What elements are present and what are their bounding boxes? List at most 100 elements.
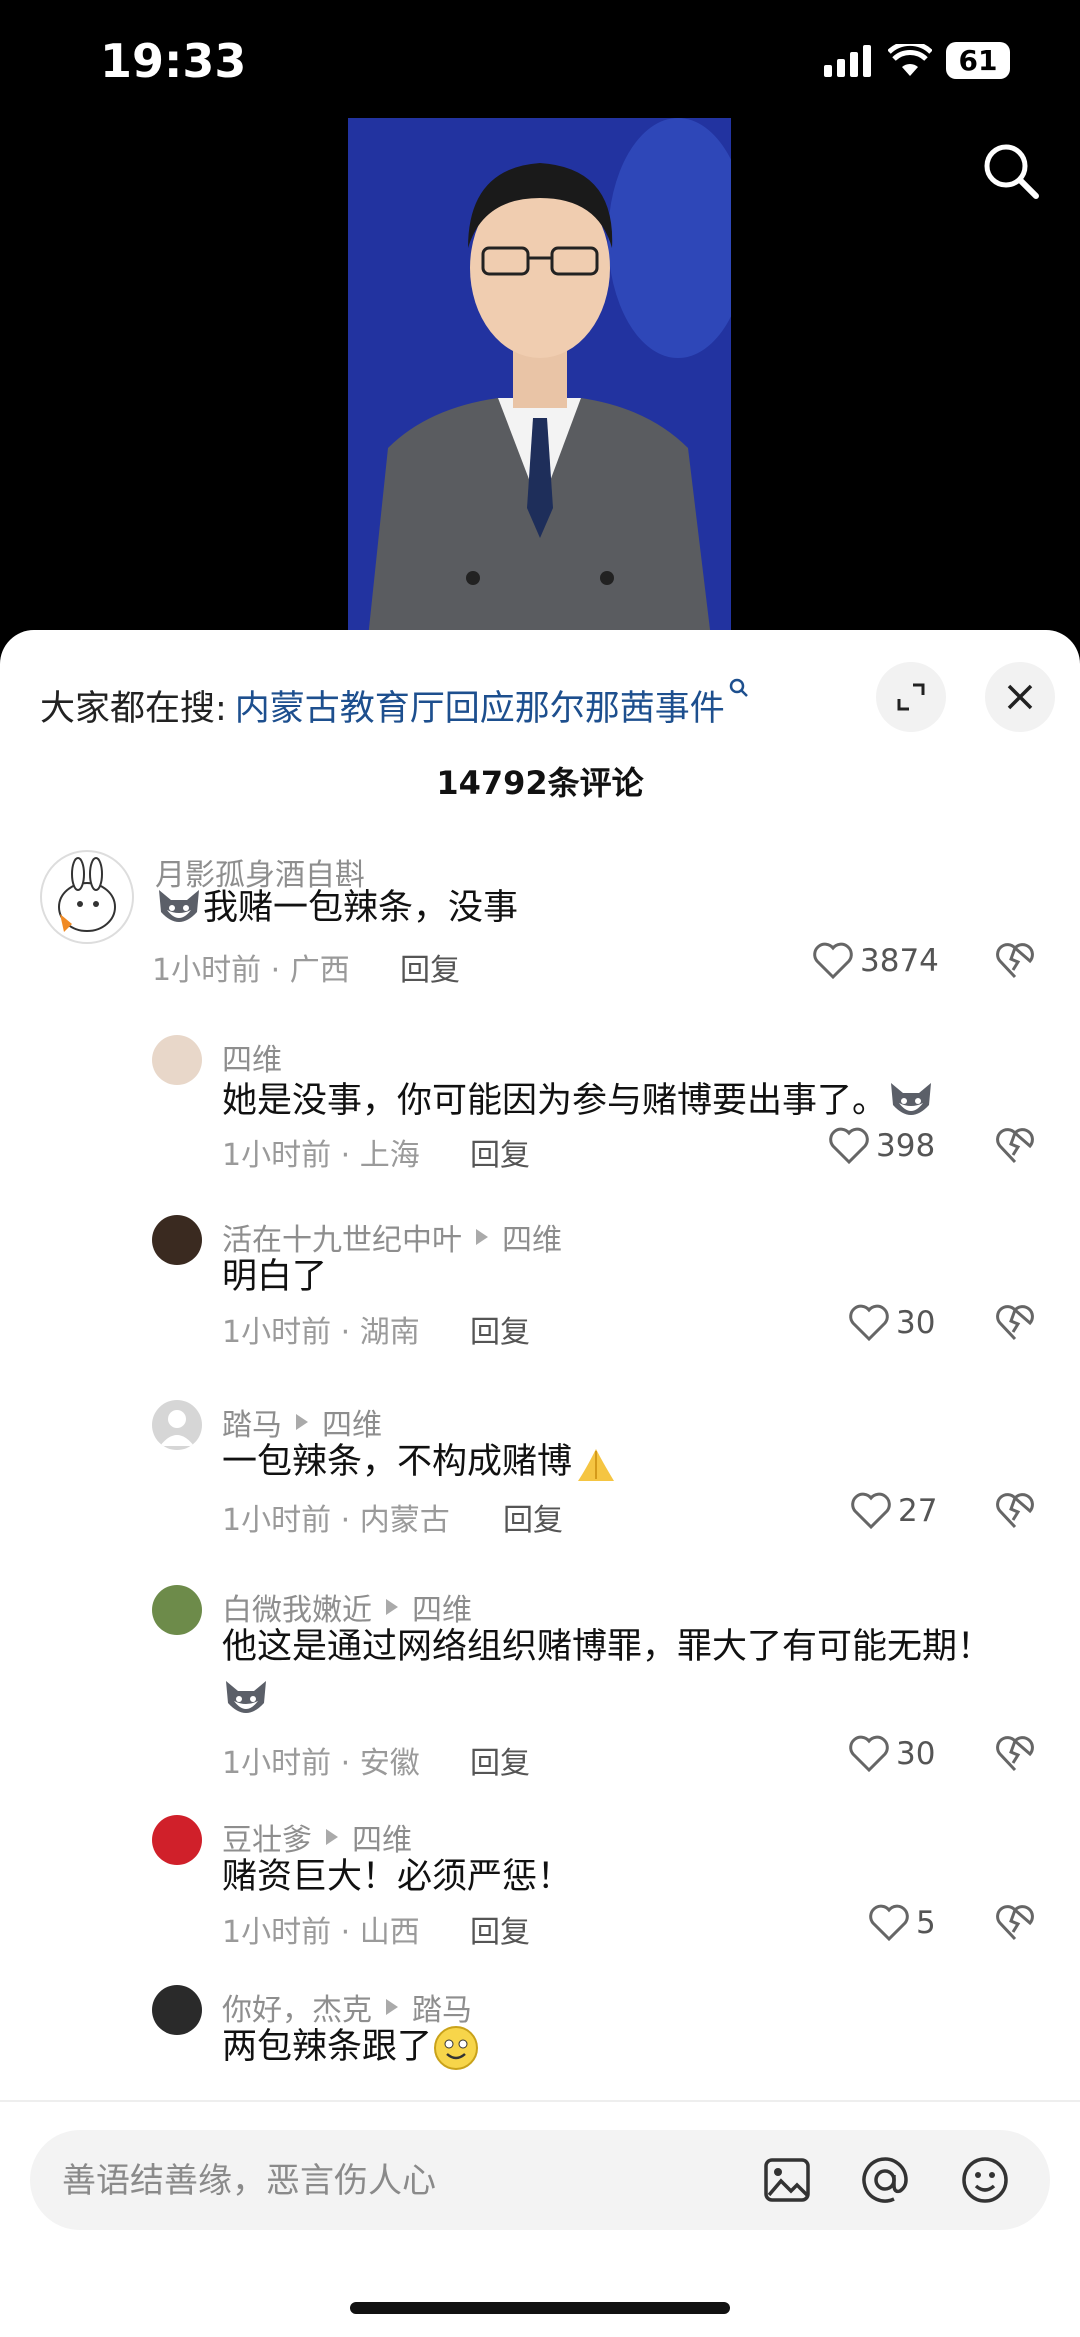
comment-text: 她是没事，你可能因为参与赌博要出事了。 xyxy=(222,1075,935,1127)
like-count: 27 xyxy=(898,1493,938,1529)
heart-icon xyxy=(829,1127,869,1165)
husky-emoji-icon xyxy=(159,890,199,922)
heart-icon xyxy=(869,1904,909,1942)
default-avatar-icon xyxy=(160,1410,194,1446)
bottom-bar xyxy=(0,2105,1080,2337)
avatar[interactable] xyxy=(152,1585,202,1635)
praying-hands-emoji-icon xyxy=(578,1449,615,1481)
avatar[interactable] xyxy=(152,1400,202,1450)
video-player[interactable] xyxy=(348,118,731,638)
reply-button[interactable]: 回复 xyxy=(470,1907,530,1951)
search-small-icon xyxy=(729,678,748,697)
husky-emoji-icon xyxy=(226,1681,266,1713)
comment-meta: 1小时前 · 上海 xyxy=(222,1138,420,1173)
comment-input-bar xyxy=(30,2130,1050,2232)
status-time: 19:33 xyxy=(100,34,247,88)
dislike-icon[interactable] xyxy=(995,1127,1035,1165)
like-button[interactable]: 398 xyxy=(828,1127,935,1165)
reply-button[interactable]: 回复 xyxy=(470,1130,530,1174)
signal-icon xyxy=(824,44,871,77)
expand-button[interactable] xyxy=(876,662,946,732)
like-button[interactable]: 30 xyxy=(848,1304,935,1342)
comment-item: 月影孤身酒自斟 我赌一包辣条，没事 1小时前 · 广西 回复 3874 xyxy=(0,850,1080,1030)
comment-text: 他这是通过网络组织赌博罪，罪大了有可能无期！ xyxy=(222,1627,993,1667)
reply-arrow-icon xyxy=(476,1229,488,1245)
home-indicator xyxy=(350,2302,730,2314)
like-button[interactable]: 27 xyxy=(850,1492,937,1530)
comment-meta: 1小时前 · 湖南 xyxy=(222,1315,420,1350)
wifi-icon xyxy=(888,43,932,76)
avatar[interactable] xyxy=(40,850,134,944)
status-bar: 19:33 61 xyxy=(0,0,1080,120)
comment-text: 明白了 xyxy=(222,1257,328,1297)
reply-button[interactable]: 回复 xyxy=(470,1307,530,1351)
avatar[interactable] xyxy=(152,1215,202,1265)
like-button[interactable]: 5 xyxy=(868,1904,936,1942)
divider xyxy=(0,2100,1080,2102)
comments-sheet: 大家都在搜: 内蒙古教育厅回应那尔那茜事件 14792条评论 月影孤身酒自斟 我… xyxy=(0,630,1080,2337)
search-icon[interactable] xyxy=(982,142,1040,200)
battery-indicator: 61 xyxy=(946,42,1010,79)
news-anchor-image xyxy=(348,118,731,638)
image-icon[interactable] xyxy=(763,2157,811,2203)
comment-meta: 1小时前 · 内蒙古 xyxy=(222,1503,450,1538)
dislike-icon[interactable] xyxy=(995,1492,1035,1530)
like-count: 398 xyxy=(876,1128,936,1164)
username-text: 四维 xyxy=(222,1043,282,1078)
comment-text: 两包辣条跟了 xyxy=(222,2021,480,2073)
husky-emoji-icon xyxy=(891,1083,932,1115)
comment-body: 我赌一包辣条，没事 xyxy=(203,888,519,928)
username[interactable]: 四维 xyxy=(222,1035,282,1079)
close-icon xyxy=(1007,684,1033,710)
avatar[interactable] xyxy=(152,1985,202,2035)
comment-body: 两包辣条跟了 xyxy=(222,2027,433,2067)
reply-arrow-icon xyxy=(386,1599,398,1615)
comment-meta: 1小时前 · 山西 xyxy=(222,1915,420,1950)
heart-icon xyxy=(849,1735,889,1773)
avatar[interactable] xyxy=(152,1035,202,1085)
expand-icon xyxy=(897,683,925,711)
reply-item: 四维 她是没事，你可能因为参与赌博要出事了。 1小时前 · 上海 回复 398 xyxy=(0,1035,1080,1215)
comment-meta: 1小时前 · 安徽 xyxy=(222,1746,420,1781)
close-button[interactable] xyxy=(985,662,1055,732)
comment-body: 一包辣条，不构成赌博 xyxy=(222,1442,573,1482)
comment-text: 我赌一包辣条，没事 xyxy=(155,882,518,934)
reply-arrow-icon xyxy=(386,1999,398,2015)
reply-item: 活在十九世纪中叶 四维 明白了 1小时前 · 湖南 回复 30 xyxy=(0,1215,1080,1385)
reply-item: 豆壮爹 四维 赌资巨大！必须严惩！ 1小时前 · 山西 回复 5 xyxy=(0,1815,1080,1985)
smile-emoji-icon xyxy=(434,2026,479,2070)
reply-button[interactable]: 回复 xyxy=(470,1738,530,1782)
heart-icon xyxy=(851,1492,891,1530)
rabbit-avatar-icon xyxy=(58,857,116,932)
mention-icon[interactable] xyxy=(860,2155,910,2205)
like-count: 30 xyxy=(896,1305,936,1341)
comment-meta: 1小时前 · 广西 xyxy=(152,953,350,988)
dislike-icon[interactable] xyxy=(995,1735,1035,1773)
reply-arrow-icon xyxy=(326,1829,338,1845)
reply-item: 踏马 四维 一包辣条，不构成赌博 1小时前 · 内蒙古 回复 27 xyxy=(0,1400,1080,1570)
reply-button[interactable]: 回复 xyxy=(400,945,460,989)
reply-to-user: 四维 xyxy=(502,1223,562,1258)
like-count: 5 xyxy=(916,1905,936,1941)
reply-item: 你好，杰克 踏马 两包辣条跟了 xyxy=(0,1985,1080,2105)
comment-body: 她是没事，你可能因为参与赌博要出事了。 xyxy=(222,1081,888,1121)
reply-arrow-icon xyxy=(296,1414,308,1430)
hot-search-label: 大家都在搜: xyxy=(40,688,227,729)
status-icons: 61 xyxy=(824,42,1010,79)
reply-item: 白微我嫩近 四维 他这是通过网络组织赌博罪，罪大了有可能无期！ 1小时前 · 安徽… xyxy=(0,1585,1080,1805)
dislike-icon[interactable] xyxy=(995,942,1035,980)
like-count: 3874 xyxy=(860,943,939,979)
avatar[interactable] xyxy=(152,1815,202,1865)
comment-count: 14792条评论 xyxy=(436,764,644,802)
emoji-icon[interactable] xyxy=(960,2155,1010,2205)
comment-input[interactable] xyxy=(60,2130,764,2232)
like-button[interactable]: 30 xyxy=(848,1735,935,1773)
heart-icon xyxy=(849,1304,889,1342)
dislike-icon[interactable] xyxy=(995,1304,1035,1342)
comment-text: 赌资巨大！必须严惩！ xyxy=(222,1857,573,1897)
dislike-icon[interactable] xyxy=(995,1904,1035,1942)
comment-text: 一包辣条，不构成赌博 xyxy=(222,1436,620,1488)
like-button[interactable]: 3874 xyxy=(812,942,939,980)
hot-search-link[interactable]: 内蒙古教育厅回应那尔那茜事件 xyxy=(235,680,725,731)
reply-button[interactable]: 回复 xyxy=(503,1495,563,1539)
